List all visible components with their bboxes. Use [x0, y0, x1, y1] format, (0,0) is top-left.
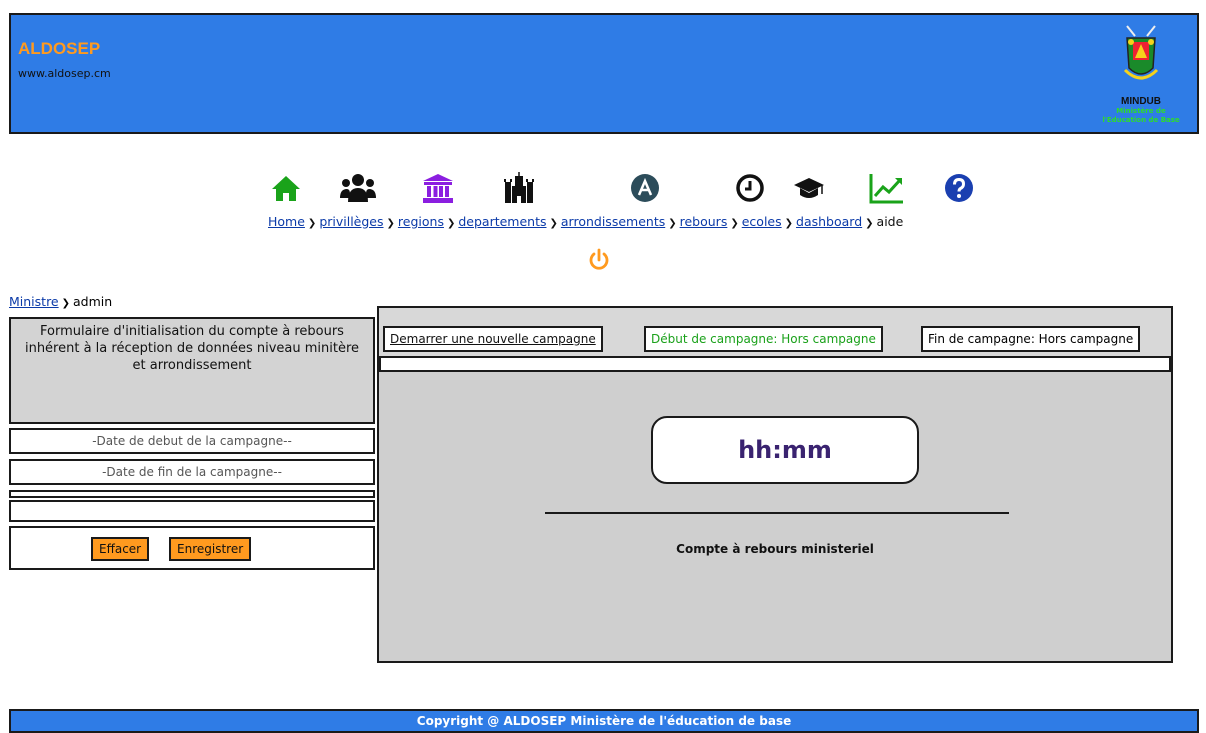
clear-button[interactable]: Effacer	[91, 537, 150, 561]
header-bar: ALDOSEP www.aldosep.cm MINDUB Ministère …	[9, 13, 1199, 134]
footer: Copyright @ ALDOSEP Ministère de l'éduca…	[9, 709, 1199, 733]
chevron-right-icon: ❯	[386, 218, 395, 229]
chevron-right-icon: ❯	[730, 218, 739, 229]
bank-icon[interactable]	[422, 172, 454, 204]
brand-title: ALDOSEP	[18, 39, 101, 58]
breadcrumb: Ministre ❯ admin	[9, 294, 112, 309]
nav-link-arrondissements[interactable]: arrondissements	[561, 214, 665, 229]
campaign-start-status: Début de campagne: Hors campagne	[644, 326, 883, 352]
emblem: MINDUB Ministère de l'Education de Base	[1095, 20, 1187, 125]
divider-line	[545, 512, 1009, 514]
users-icon[interactable]	[340, 172, 376, 204]
start-date-field[interactable]: -Date de debut de la campagne--	[9, 428, 375, 454]
nav-link-regions[interactable]: regions	[398, 214, 444, 229]
castle-icon[interactable]	[503, 172, 535, 204]
nav-link-privileges[interactable]: privillèges	[319, 214, 383, 229]
extra-field[interactable]	[9, 500, 375, 522]
nav-link-home[interactable]: Home	[268, 214, 305, 229]
nav-link-ecoles[interactable]: ecoles	[742, 214, 782, 229]
nav-current-aide: aide	[876, 214, 904, 229]
help-icon[interactable]	[943, 172, 975, 204]
form-intro: Formulaire d'initialisation du compte à …	[9, 317, 375, 424]
nav-link-departements[interactable]: departements	[458, 214, 546, 229]
nav-link-dashboard[interactable]: dashboard	[796, 214, 862, 229]
breadcrumb-link-ministre[interactable]: Ministre	[9, 294, 59, 309]
clock-icon[interactable]	[734, 172, 766, 204]
panel-bar	[379, 356, 1171, 372]
form-divider	[9, 490, 375, 498]
emblem-title: MINDUB	[1121, 96, 1161, 107]
save-button[interactable]: Enregistrer	[169, 537, 252, 561]
emblem-subtitle: Ministère de	[1116, 107, 1166, 115]
countdown-panel: Demarrer une nouvelle campagne Début de …	[377, 306, 1173, 663]
chevron-right-icon: ❯	[549, 218, 558, 229]
chevron-right-icon: ❯	[61, 298, 71, 309]
letter-a-icon[interactable]	[629, 172, 661, 204]
nav-breadcrumb: Home ❯ privillèges ❯ regions ❯ departements ❯ ar…	[268, 214, 903, 229]
coat-of-arms-icon	[1123, 25, 1159, 80]
countdown-caption: Compte à rebours ministeriel	[676, 542, 874, 556]
chevron-right-icon: ❯	[865, 218, 874, 229]
chevron-right-icon: ❯	[784, 218, 794, 229]
breadcrumb-current: admin	[73, 294, 113, 309]
chart-icon[interactable]	[869, 172, 905, 204]
graduation-cap-icon[interactable]	[793, 172, 825, 204]
home-icon[interactable]	[270, 172, 302, 204]
chevron-right-icon: ❯	[668, 218, 677, 229]
campaign-end-status: Fin de campagne: Hors campagne	[921, 326, 1141, 352]
campaign-toolbar: Demarrer une nouvelle campagne Début de …	[379, 308, 1171, 356]
chevron-right-icon: ❯	[446, 218, 456, 229]
countdown-clock: hh:mm	[651, 416, 919, 484]
site-url[interactable]: www.aldosep.cm	[18, 67, 111, 80]
chevron-right-icon: ❯	[307, 218, 317, 229]
emblem-subtitle: l'Education de Base	[1102, 116, 1180, 124]
power-icon[interactable]	[587, 248, 611, 272]
start-campaign-button[interactable]: Demarrer une nouvelle campagne	[383, 326, 603, 352]
form-actions: Effacer Enregistrer	[9, 526, 375, 570]
end-date-field[interactable]: -Date de fin de la campagne--	[9, 459, 375, 485]
nav-link-rebours[interactable]: rebours	[680, 214, 728, 229]
